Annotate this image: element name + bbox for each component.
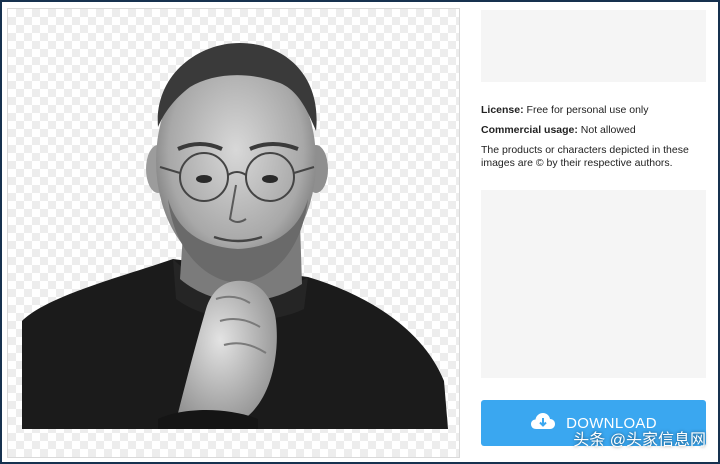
ad-placeholder-middle <box>481 190 706 378</box>
image-preview <box>7 8 460 458</box>
license-line: License: Free for personal use only <box>481 104 709 117</box>
portrait-photo <box>22 43 448 429</box>
license-value: Free for personal use only <box>526 104 649 116</box>
commercial-value: Not allowed <box>580 124 636 136</box>
commercial-usage-line: Commercial usage: Not allowed <box>481 124 709 137</box>
window-frame: License: Free for personal use only Comm… <box>0 0 720 464</box>
watermark-text: 头条 @头家信息网 <box>573 432 706 449</box>
ad-placeholder-top <box>481 10 706 82</box>
cloud-download-icon <box>530 411 556 436</box>
commercial-label: Commercial usage: <box>481 124 578 136</box>
disclaimer-text: The products or characters depicted in t… <box>481 144 689 169</box>
license-label: License: <box>481 104 524 116</box>
license-info: License: Free for personal use only Comm… <box>481 104 709 177</box>
